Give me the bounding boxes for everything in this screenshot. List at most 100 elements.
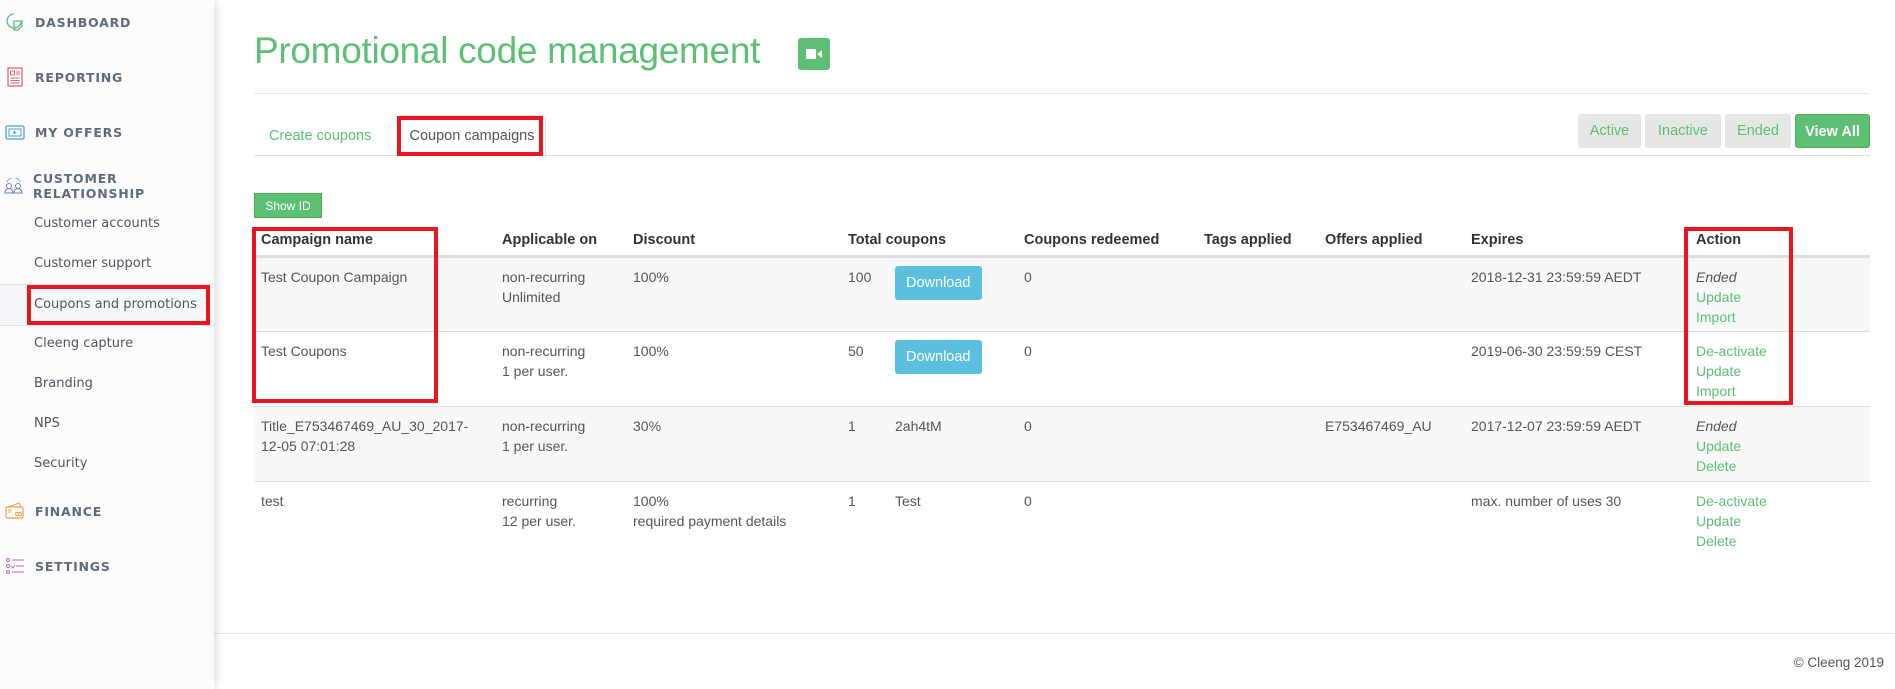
filter-view-all-button[interactable]: View All (1795, 114, 1870, 148)
table-header-row: Campaign name Applicable on Discount Tot… (254, 225, 1870, 258)
import-link[interactable]: Import (1696, 381, 1863, 401)
sidebar-item-dashboard[interactable]: DASHBOARD (0, 7, 131, 37)
applicable-limit: 1 per user. (502, 363, 569, 379)
status-ended: Ended (1696, 418, 1737, 434)
column-header-tags-applied[interactable]: Tags applied (1197, 225, 1318, 258)
column-header-total-coupons[interactable]: Total coupons (841, 225, 1017, 258)
sidebar-item-label: Customer support (34, 256, 152, 271)
column-header-discount[interactable]: Discount (626, 225, 841, 258)
total-count: 1 (848, 493, 856, 509)
discount-value: 100% (633, 493, 669, 509)
update-link[interactable]: Update (1696, 511, 1863, 531)
column-header-coupons-redeemed[interactable]: Coupons redeemed (1017, 225, 1197, 258)
sidebar-item-nps[interactable]: NPS (34, 414, 60, 434)
offers-applied (1318, 482, 1464, 557)
sidebar-item-branding[interactable]: Branding (34, 374, 93, 394)
sidebar-item-customer-accounts[interactable]: Customer accounts (34, 214, 160, 234)
discount: 100% (626, 256, 841, 332)
download-button[interactable]: Download (895, 266, 982, 300)
sidebar-item-customer-relationship[interactable]: CUSTOMER RELATIONSHIP (0, 171, 214, 201)
filter-inactive-button[interactable]: Inactive (1645, 114, 1721, 148)
download-button[interactable]: Download (895, 340, 982, 374)
customers-icon (4, 175, 24, 197)
sidebar-item-label: REPORTING (35, 69, 124, 85)
dashboard-icon (4, 11, 26, 33)
sidebar-item-label: Customer accounts (34, 216, 160, 231)
campaign-name: Test Coupon Campaign (254, 256, 495, 332)
coupons-redeemed: 0 (1017, 406, 1197, 482)
column-header-campaign-name[interactable]: Campaign name (254, 225, 495, 258)
actions: De-activate Update Delete (1689, 482, 1870, 557)
sidebar-item-label: Cleeng capture (34, 336, 134, 351)
settings-icon (4, 555, 26, 577)
campaign-name: Test Coupons (254, 331, 495, 407)
filter-active-button[interactable]: Active (1578, 114, 1641, 148)
applicable-type: non-recurring (502, 269, 586, 285)
sidebar: DASHBOARD REPORTING MY OFFERS CUSTOMER R… (0, 0, 214, 689)
campaigns-table: Campaign name Applicable on Discount Tot… (254, 225, 1870, 557)
tags-applied (1197, 406, 1318, 482)
import-link[interactable]: Import (1696, 307, 1863, 327)
sidebar-item-label: FINANCE (35, 503, 103, 519)
sidebar-item-label: DASHBOARD (35, 14, 132, 30)
applicable-on: non-recurring Unlimited (495, 256, 626, 332)
tags-applied (1197, 482, 1318, 557)
table-row: Test Coupon Campaign non-recurring Unlimi… (254, 256, 1870, 332)
header-divider (254, 93, 1870, 94)
coupons-redeemed: 0 (1024, 493, 1032, 509)
sidebar-item-label: Branding (34, 376, 93, 391)
update-link[interactable]: Update (1696, 361, 1863, 381)
column-header-action: Action (1689, 225, 1870, 258)
sidebar-item-coupons-and-promotions[interactable]: Coupons and promotions (0, 284, 214, 326)
discount: 30% (626, 406, 841, 482)
sidebar-item-security[interactable]: Security (34, 454, 87, 474)
update-link[interactable]: Update (1696, 436, 1863, 456)
tab-create-coupons[interactable]: Create coupons (269, 117, 371, 155)
sidebar-item-finance[interactable]: FINANCE (0, 496, 102, 526)
deactivate-link[interactable]: De-activate (1696, 341, 1863, 361)
discount-note: required payment details (633, 513, 787, 529)
applicable-on: non-recurring 1 per user. (495, 406, 626, 482)
show-id-button[interactable]: Show ID (254, 193, 322, 218)
sidebar-item-label: CUSTOMER RELATIONSHIP (33, 171, 145, 201)
tab-coupon-campaigns[interactable]: Coupon campaigns (398, 115, 546, 157)
actions: Ended Update Delete (1689, 406, 1870, 482)
delete-link[interactable]: Delete (1696, 456, 1863, 476)
total-coupons: 1 2ah4tM (841, 406, 1017, 482)
column-header-expires[interactable]: Expires (1464, 225, 1689, 258)
sidebar-item-customer-support[interactable]: Customer support (34, 254, 151, 274)
update-link[interactable]: Update (1696, 287, 1863, 307)
sidebar-item-my-offers[interactable]: MY OFFERS (0, 117, 123, 147)
tags-applied (1197, 256, 1318, 332)
tabs-divider (254, 155, 1870, 156)
expires: 2018-12-31 23:59:59 AEDT (1464, 256, 1689, 332)
expires: 2017-12-07 23:59:59 AEDT (1464, 406, 1689, 482)
status-ended: Ended (1696, 269, 1737, 285)
sidebar-item-settings[interactable]: SETTINGS (0, 551, 111, 581)
deactivate-link[interactable]: De-activate (1696, 491, 1863, 511)
video-camera-icon[interactable] (798, 38, 830, 70)
applicable-type: non-recurring (502, 343, 586, 359)
sidebar-item-cleeng-capture[interactable]: Cleeng capture (34, 334, 133, 354)
sidebar-item-label: Security (34, 456, 88, 471)
filter-ended-button[interactable]: Ended (1725, 114, 1791, 148)
column-header-offers-applied[interactable]: Offers applied (1318, 225, 1464, 258)
page-title: Promotional code management (254, 30, 761, 71)
expires: max. number of uses 30 (1471, 493, 1622, 509)
column-header-applicable-on[interactable]: Applicable on (495, 225, 626, 258)
total-count: 1 (848, 418, 856, 434)
table-row: Test Coupons non-recurring 1 per user. 10… (254, 331, 1870, 407)
applicable-limit: 12 per user. (502, 513, 576, 529)
applicable-on: recurring 12 per user. (495, 482, 626, 557)
copyright: © Cleeng 2019 (1793, 655, 1884, 670)
sidebar-item-reporting[interactable]: REPORTING (0, 62, 123, 92)
applicable-limit: 1 per user. (502, 438, 569, 454)
applicable-limit: Unlimited (502, 289, 561, 305)
report-icon (4, 66, 26, 88)
expires: 2019-06-30 23:59:59 CEST (1464, 331, 1689, 407)
total-count: 100 (848, 269, 872, 285)
coupon-code: Test (895, 493, 921, 509)
offers-applied (1318, 331, 1464, 407)
footer-divider (214, 633, 1895, 634)
delete-link[interactable]: Delete (1696, 531, 1863, 551)
